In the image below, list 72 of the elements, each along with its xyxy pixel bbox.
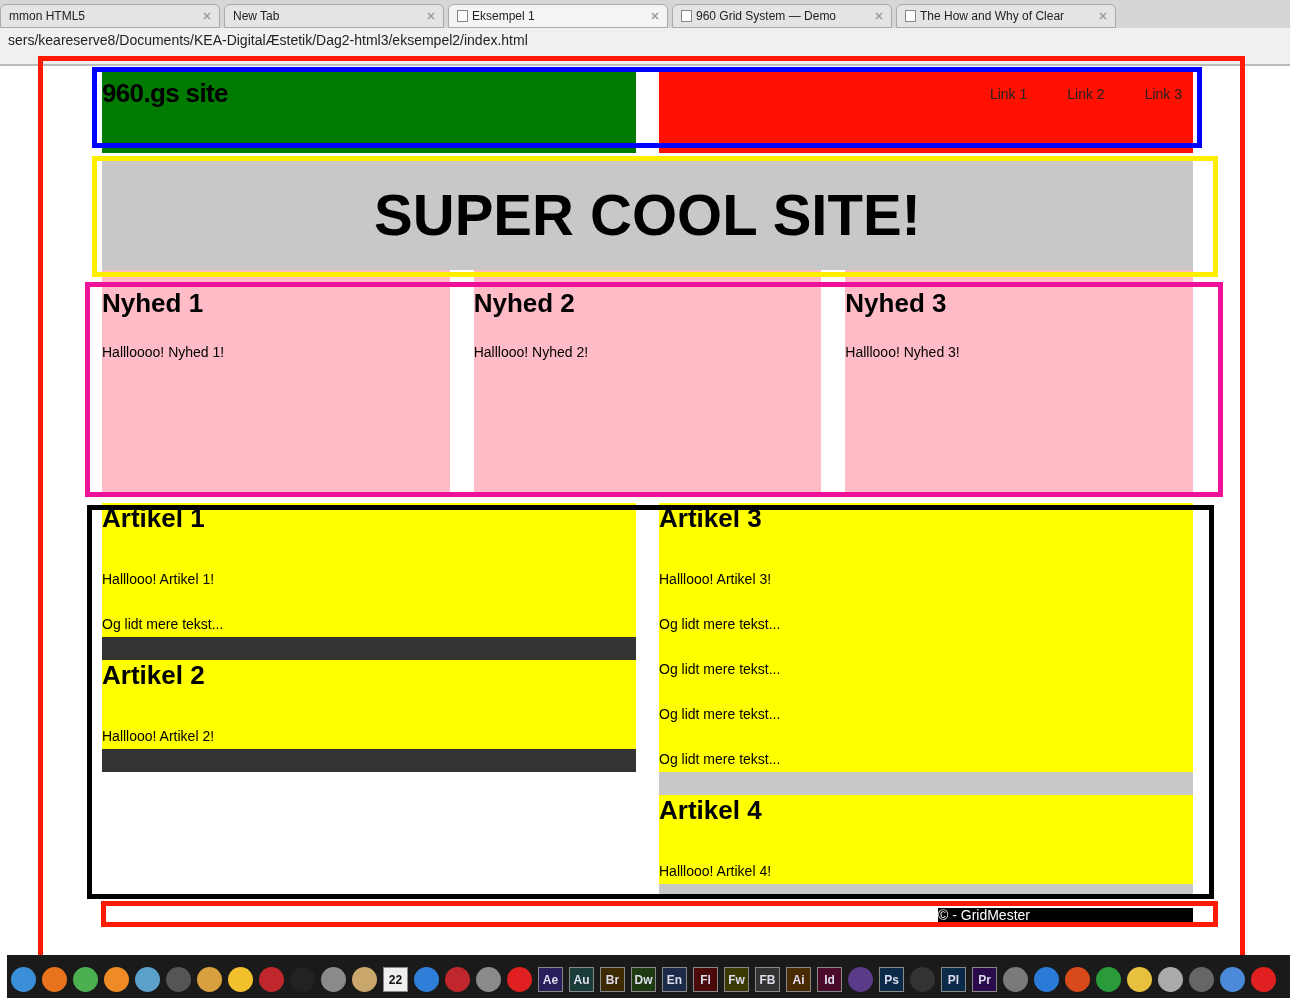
article-text: Halllooo! Artikel 1! xyxy=(102,571,216,588)
dock-app[interactable]: Ps xyxy=(879,967,904,992)
tab-title: New Tab xyxy=(233,8,281,25)
app-icon[interactable] xyxy=(1220,967,1245,992)
article-text: Og lidt mere tekst... xyxy=(659,706,782,723)
article-text: Halllooo! Artikel 3! xyxy=(659,571,773,588)
dock-app[interactable]: 22 xyxy=(383,967,408,992)
article-text: Og lidt mere tekst... xyxy=(659,661,782,678)
app-icon[interactable] xyxy=(414,967,439,992)
nav-link[interactable]: Link 2 xyxy=(1067,84,1105,102)
app-icon[interactable] xyxy=(1096,967,1121,992)
dock-app[interactable]: Dw xyxy=(631,967,656,992)
app-icon[interactable] xyxy=(11,967,36,992)
dock-app[interactable]: Fw xyxy=(724,967,749,992)
tab-title: The How and Why of Clear xyxy=(920,8,1066,25)
browser-tab[interactable]: Eksempel 1 xyxy=(448,4,668,28)
news-text: Halllooo! Nyhed 3! xyxy=(845,343,961,362)
news-text: Halllooo! Nyhed 2! xyxy=(473,343,590,362)
article-title: Artikel 3 xyxy=(659,503,763,533)
banner-title: SUPER COOL SITE! xyxy=(374,180,921,249)
page-icon xyxy=(681,10,692,22)
article-text: Og lidt mere tekst... xyxy=(659,751,782,768)
page-icon xyxy=(457,10,468,22)
close-icon[interactable] xyxy=(1099,12,1107,20)
browser-tab[interactable]: 960 Grid System — Demo xyxy=(672,4,892,28)
nav-link[interactable]: Link 1 xyxy=(989,84,1028,102)
app-icon[interactable] xyxy=(476,967,501,992)
dock-app[interactable]: Ai xyxy=(786,967,811,992)
dock-app[interactable]: FB xyxy=(755,967,780,992)
site-title: 960.gs site xyxy=(102,78,229,108)
nav-link[interactable]: Link 3 xyxy=(1144,84,1182,102)
tab-title: 960 Grid System — Demo xyxy=(696,8,838,25)
dock-app[interactable]: Pr xyxy=(972,967,997,992)
browser-tab[interactable]: The How and Why of Clear xyxy=(896,4,1116,28)
article-text: Halllooo! Artikel 4! xyxy=(659,863,773,880)
dock-app[interactable]: Fl xyxy=(693,967,718,992)
app-icon[interactable] xyxy=(1127,967,1152,992)
dock-app[interactable]: Br xyxy=(600,967,625,992)
address-bar[interactable]: sers/keareserve8/Documents/KEA-DigitalÆstetik/Dag2-html3/eksempel2/index.html xyxy=(0,28,1290,52)
article-text: Halllooo! Artikel 2! xyxy=(102,728,216,745)
news-title: Nyhed 1 xyxy=(102,288,205,318)
article-title: Artikel 1 xyxy=(102,503,206,533)
tab-title: Eksempel 1 xyxy=(472,8,536,25)
app-icon[interactable] xyxy=(321,967,346,992)
app-icon[interactable] xyxy=(104,967,129,992)
app-icon[interactable] xyxy=(135,967,160,992)
article-title: Artikel 2 xyxy=(102,660,206,690)
dock-app[interactable]: En xyxy=(662,967,687,992)
app-icon[interactable] xyxy=(42,967,67,992)
app-icon[interactable] xyxy=(197,967,222,992)
close-icon[interactable] xyxy=(651,12,659,20)
close-icon[interactable] xyxy=(203,12,211,20)
app-icon[interactable] xyxy=(73,967,98,992)
dock-app[interactable]: Pl xyxy=(941,967,966,992)
news-title: Nyhed 3 xyxy=(845,288,948,318)
close-icon[interactable] xyxy=(875,12,883,20)
close-icon[interactable] xyxy=(427,12,435,20)
browser-tab[interactable]: mmon HTML5 xyxy=(0,4,220,28)
article-title: Artikel 4 xyxy=(659,795,763,825)
news-title: Nyhed 2 xyxy=(473,288,576,318)
app-icon[interactable] xyxy=(352,967,377,992)
dock-app[interactable]: Ae xyxy=(538,967,563,992)
news-text: Hallloooo! Nyhed 1! xyxy=(102,343,226,362)
page-icon xyxy=(905,10,916,22)
article-text: Og lidt mere tekst... xyxy=(659,616,782,633)
tab-title: mmon HTML5 xyxy=(9,8,86,25)
browser-tab[interactable]: New Tab xyxy=(224,4,444,28)
dock-app[interactable]: Id xyxy=(817,967,842,992)
app-icon[interactable] xyxy=(1158,967,1183,992)
app-icon[interactable] xyxy=(228,967,253,992)
article-text: Og lidt mere tekst... xyxy=(102,616,225,633)
dock-app[interactable]: Au xyxy=(569,967,594,992)
